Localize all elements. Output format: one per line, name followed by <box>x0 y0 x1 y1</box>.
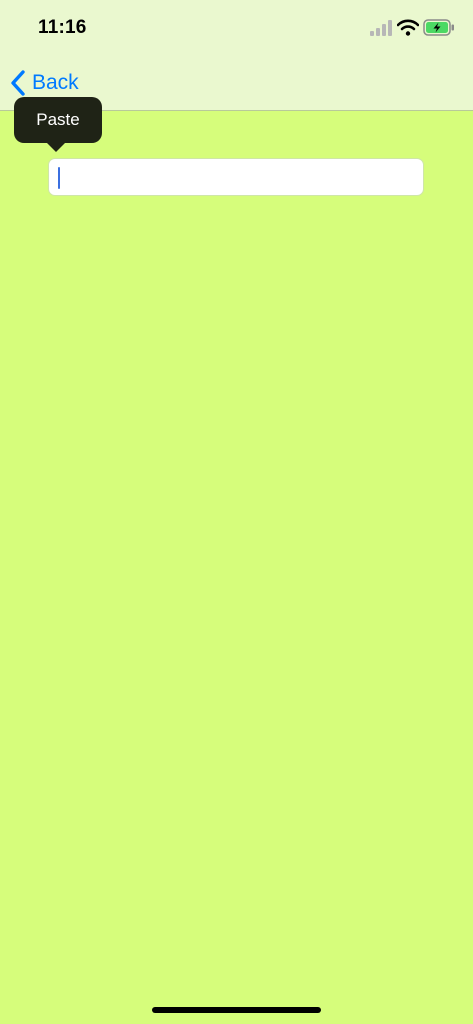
status-time: 11:16 <box>38 17 87 38</box>
paste-menu-button[interactable]: Paste <box>14 97 102 143</box>
battery-charging-icon <box>423 19 454 36</box>
text-input-field[interactable] <box>48 158 424 196</box>
paste-menu-pointer <box>47 143 65 152</box>
text-cursor <box>58 167 60 189</box>
paste-label: Paste <box>36 110 80 129</box>
wifi-icon <box>397 19 419 36</box>
navigation-bar: 11:16 Back <box>0 0 473 111</box>
home-indicator[interactable] <box>152 1007 321 1013</box>
cellular-signal-icon <box>370 20 392 36</box>
back-button-label: Back <box>32 71 79 94</box>
chevron-left-icon <box>11 70 25 96</box>
back-button[interactable]: Back <box>8 67 79 99</box>
